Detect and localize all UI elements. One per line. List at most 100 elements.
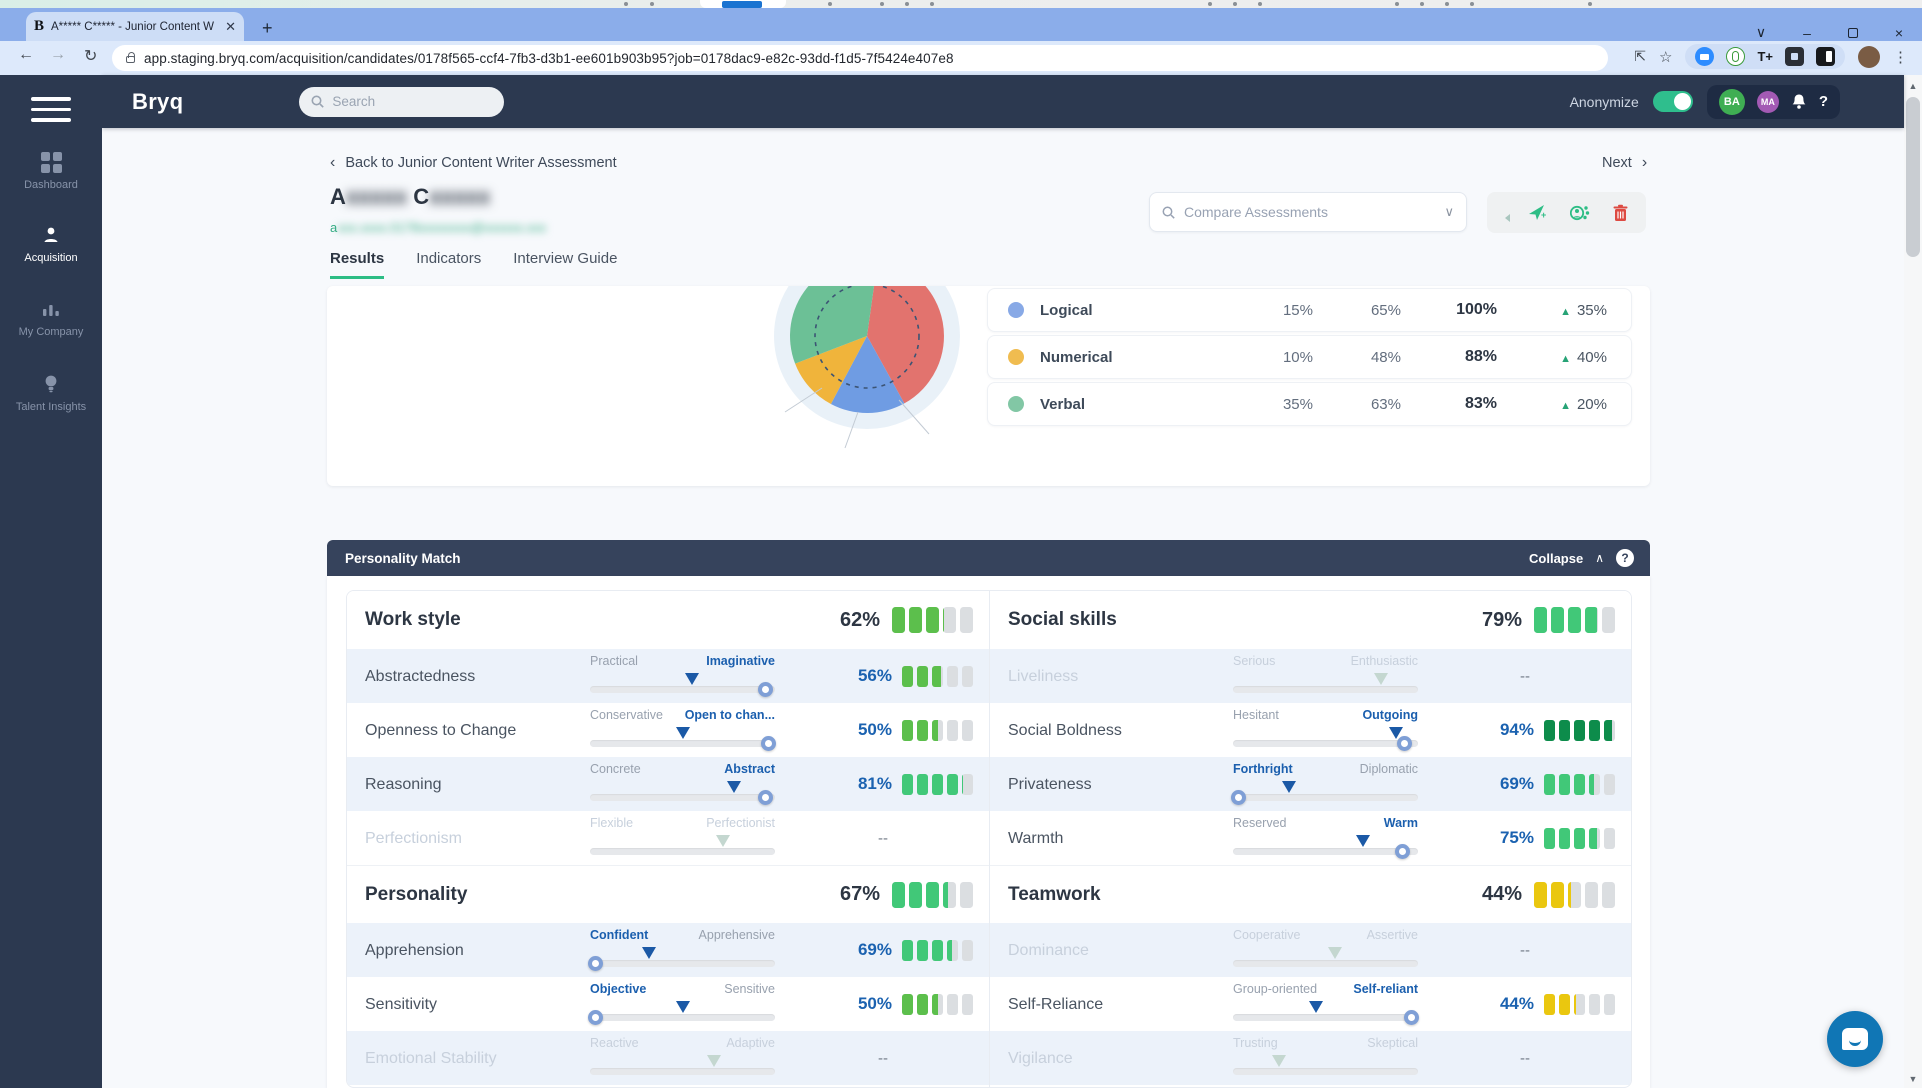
slider-track: [590, 686, 775, 693]
tab-results[interactable]: Results: [330, 250, 385, 279]
avatar-ma[interactable]: MA: [1756, 90, 1779, 113]
notifications-bell-icon[interactable]: [1791, 93, 1807, 110]
slider-track: [1233, 848, 1418, 855]
page-scrollbar[interactable]: ▲ ▼: [1904, 75, 1922, 1088]
os-dot: [650, 2, 654, 6]
lock-icon[interactable]: [126, 52, 135, 63]
trait-score-empty: --: [878, 829, 888, 847]
hamburger-menu-icon[interactable]: [31, 97, 71, 129]
trait-label: Sensitivity: [365, 996, 438, 1013]
trait-score-value: 50%: [857, 720, 892, 739]
bookmark-star-icon[interactable]: ☆: [1659, 48, 1672, 66]
os-dot: [1395, 2, 1399, 6]
chevron-up-icon[interactable]: ∧: [1595, 551, 1604, 565]
browser-tab[interactable]: B A***** C***** - Junior Content W ✕: [26, 12, 244, 41]
score-label: Logical: [1040, 301, 1093, 319]
slider-right-label: Self-reliant: [1353, 982, 1418, 996]
sidebar-item-dashboard[interactable]: Dashboard: [0, 150, 102, 191]
chevron-right-icon: ›: [1641, 154, 1648, 171]
slider-track: [1233, 1068, 1418, 1075]
search-placeholder: Search: [332, 94, 376, 109]
next-candidate-link[interactable]: Next ›: [1602, 154, 1647, 172]
trait-slider: Confident Apprehensive: [587, 928, 775, 974]
scrollbar-down-arrow-icon[interactable]: ▼: [1904, 1074, 1922, 1084]
sidebar-item-my-company[interactable]: My Company: [0, 297, 102, 338]
personality-help-icon[interactable]: ?: [1616, 549, 1634, 567]
trait-row-openness-to-change: Openness to Change Conservative Open to ch…: [347, 703, 989, 757]
delete-candidate-button[interactable]: [1613, 204, 1628, 222]
reload-icon[interactable]: ↻: [84, 46, 97, 66]
slider-left-label: Flexible: [590, 816, 634, 830]
puzzle-extension-icon[interactable]: [1785, 47, 1804, 66]
window-close-icon[interactable]: ×: [1876, 25, 1922, 41]
slider-right-label: Skeptical: [1367, 1036, 1418, 1050]
candidate-marker-triangle-icon: [716, 835, 731, 847]
cognitive-score-row-logical: Logical 15% 65% 100% ▲ 35%: [987, 288, 1632, 332]
compare-assessments-select[interactable]: Compare Assessments ∨: [1149, 192, 1467, 232]
bryq-logo[interactable]: Bryq: [132, 89, 183, 115]
slider-track: [590, 740, 775, 747]
candidate-marker-triangle-icon: [1355, 835, 1370, 847]
trait-slider: Forthright Diplomatic: [1230, 762, 1418, 808]
back-navigation-icon[interactable]: ←: [18, 46, 34, 64]
anonymize-label: Anonymize: [1569, 93, 1639, 110]
window-restore-icon[interactable]: [1830, 25, 1876, 41]
browser-menu-kebab-icon[interactable]: ⋮: [1893, 48, 1908, 66]
anonymize-toggle[interactable]: [1652, 91, 1693, 112]
back-to-assessment-link[interactable]: ‹ Back to Junior Content Writer Assessmen…: [330, 154, 617, 172]
sidebar-item-talent-insights[interactable]: Talent Insights: [0, 372, 102, 413]
trait-slider: Conservative Open to chan...: [590, 708, 777, 754]
slider-left-label: Serious: [1233, 654, 1276, 668]
trait-row-dominance: Dominance Cooperative Assertive --: [990, 923, 1631, 977]
share-icon[interactable]: ⇱: [1634, 48, 1646, 65]
trait-slider: Practical Imaginative: [590, 654, 775, 700]
score-bars: [1534, 881, 1615, 908]
intercom-chat-button[interactable]: [1827, 1011, 1883, 1067]
sidebar-item-label: My Company: [18, 326, 84, 338]
forward-navigation-icon[interactable]: →: [50, 46, 66, 64]
tab-close-icon[interactable]: ✕: [225, 19, 236, 35]
score-bars: [1544, 719, 1615, 741]
section-score-value: 44%: [1481, 883, 1522, 905]
trait-slider: Flexible Perfectionist: [590, 816, 775, 862]
address-bar[interactable]: app.staging.bryq.com/acquisition/candida…: [112, 45, 1608, 71]
zoom-extension-icon[interactable]: [1695, 47, 1715, 66]
candidate-marker-triangle-icon: [1281, 781, 1296, 793]
slider-left-label: Reactive: [590, 1036, 639, 1050]
score-bars: [902, 993, 973, 1015]
trait-score: 94%: [1435, 703, 1615, 757]
trait-slider: Reserved Warm: [1233, 816, 1418, 862]
scrollbar-thumb[interactable]: [1906, 97, 1920, 257]
window-menu-chevron-icon[interactable]: ∨: [1738, 24, 1784, 41]
candidate-marker-triangle-icon: [727, 781, 742, 793]
tab-indicators[interactable]: Indicators: [416, 250, 481, 279]
candidate-marker-triangle-icon: [675, 1001, 690, 1013]
search-input[interactable]: Search: [299, 86, 505, 117]
dark-extension-icon[interactable]: [1816, 47, 1835, 66]
share-candidate-button[interactable]: [1570, 204, 1590, 222]
text-extension-icon[interactable]: T+: [1757, 49, 1773, 64]
scrollbar-up-arrow-icon[interactable]: ▲: [1904, 81, 1922, 91]
score-col2: 63%: [1370, 395, 1401, 413]
green-extension-icon[interactable]: [1726, 47, 1746, 66]
score-delta: ▲ 20%: [1560, 395, 1607, 413]
trait-row-social-boldness: Social Boldness Hesitant Outgoing 94%: [990, 703, 1631, 757]
collapse-button[interactable]: Collapse: [1529, 551, 1583, 566]
grid-icon: [0, 150, 102, 174]
tab-interview-guide[interactable]: Interview Guide: [513, 250, 617, 279]
profile-avatar[interactable]: [1858, 45, 1880, 68]
new-tab-button[interactable]: +: [262, 19, 273, 37]
send-invite-button[interactable]: +: [1528, 204, 1547, 222]
score-col3: 88%: [1464, 348, 1497, 365]
window-minimize-icon[interactable]: –: [1784, 25, 1830, 41]
slider-right-label: Abstract: [724, 762, 775, 776]
bulb-icon: [0, 372, 102, 396]
avatar-ba[interactable]: BA: [1718, 88, 1745, 115]
sidebar-item-acquisition[interactable]: Acquisition: [0, 223, 102, 264]
slider-track: [1233, 794, 1418, 801]
score-bars: [1534, 607, 1615, 633]
help-icon[interactable]: ?: [1819, 93, 1828, 110]
trait-score-value: 94%: [1499, 720, 1534, 739]
trait-label: Social Boldness: [1008, 722, 1122, 739]
trait-score-value: 56%: [857, 666, 892, 685]
